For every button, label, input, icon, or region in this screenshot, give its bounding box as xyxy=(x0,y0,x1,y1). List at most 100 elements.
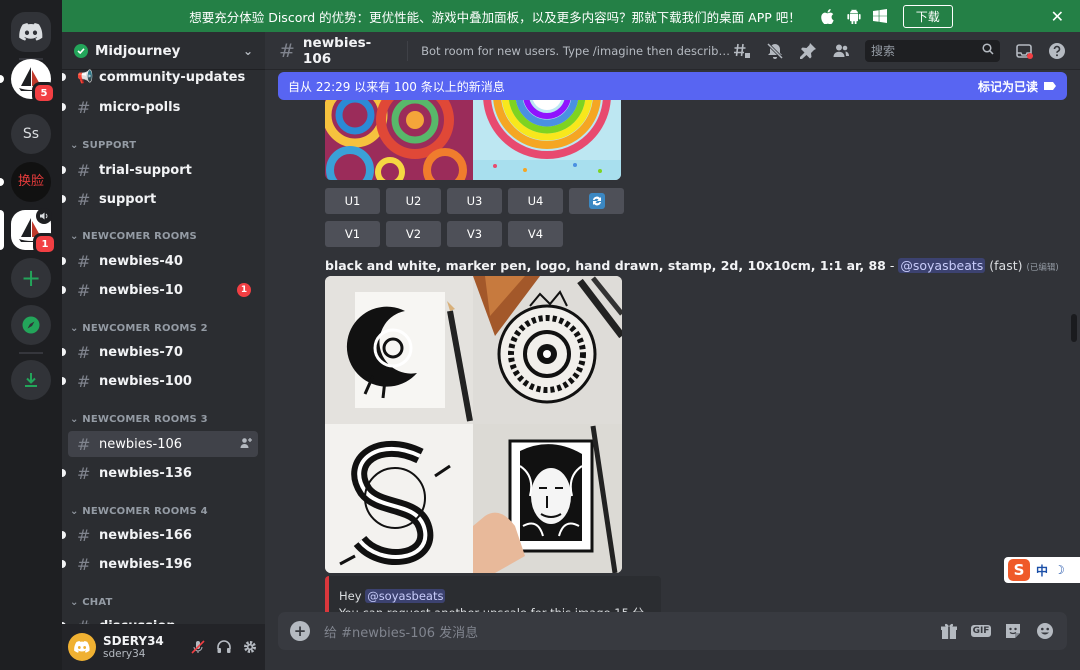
pin-icon[interactable] xyxy=(799,42,817,60)
category-support[interactable]: ⌄ SUPPORT xyxy=(70,140,136,151)
server-initials: Ss xyxy=(22,126,40,142)
huanlian-server-icon[interactable]: 换脸 xyxy=(11,162,51,202)
android-icon[interactable] xyxy=(846,8,862,24)
sticker-icon[interactable] xyxy=(1003,621,1023,641)
channel-label: support xyxy=(99,191,157,207)
reroll-button[interactable] xyxy=(569,188,624,214)
category-newcomer-rooms-4[interactable]: ⌄ NEWCOMER ROOMS 4 xyxy=(70,506,208,517)
channel-newbies-106[interactable]: # newbies-106 xyxy=(68,431,258,457)
mic-muted-icon[interactable] xyxy=(189,638,207,656)
new-messages-bar[interactable]: 自从 22:29 以来有 100 条以上的新消息 标记为已读 xyxy=(278,72,1067,100)
member-list-icon[interactable] xyxy=(832,42,850,60)
apple-icon[interactable] xyxy=(820,8,836,24)
channel-label: newbies-10 xyxy=(99,282,183,298)
inbox-icon[interactable] xyxy=(1015,42,1033,60)
add-attachment-icon[interactable]: + xyxy=(290,621,310,641)
verified-check-icon xyxy=(74,43,88,58)
explore-servers-button[interactable] xyxy=(11,305,51,345)
emoji-icon[interactable] xyxy=(1035,621,1055,641)
ime-mode-label: 中 xyxy=(1036,563,1049,578)
channel-newbies-40[interactable]: # newbies-40 xyxy=(62,248,258,274)
search-input[interactable]: 搜索 xyxy=(865,39,1000,62)
add-server-button[interactable]: + xyxy=(11,258,51,298)
generated-image-grid-previous[interactable] xyxy=(325,100,621,180)
chevron-down-icon[interactable]: ⌄ xyxy=(243,44,253,58)
category-label: NEWCOMER ROOMS 4 xyxy=(82,506,208,517)
channel-newbies-166[interactable]: # newbies-166 xyxy=(62,522,258,548)
invite-user-icon[interactable] xyxy=(240,437,252,452)
variation-button-2[interactable]: V2 xyxy=(386,221,441,247)
message-prompt-line: black and white, marker pen, logo, hand … xyxy=(325,258,1059,273)
channel-micro-polls[interactable]: # micro-polls xyxy=(62,94,258,120)
user-mention[interactable]: @soyasbeats xyxy=(898,258,986,273)
mark-as-read-label: 标记为已读 xyxy=(977,79,1038,94)
category-label: CHAT xyxy=(82,597,113,608)
scrollbar-thumb[interactable] xyxy=(1071,314,1077,342)
channel-newbies-196[interactable]: # newbies-196 xyxy=(62,551,258,577)
moon-icon: ☽ xyxy=(1054,563,1065,577)
windows-icon[interactable] xyxy=(872,8,888,24)
unread-indicator xyxy=(62,257,66,265)
unread-pill xyxy=(0,75,4,83)
channel-newbies-10[interactable]: # newbies-10 1 xyxy=(62,277,258,303)
ss-server-icon[interactable]: Ss xyxy=(11,114,51,154)
edited-tag: (已编辑) xyxy=(1026,263,1059,273)
discord-home-button[interactable] xyxy=(11,12,51,52)
compass-icon xyxy=(22,316,40,334)
upscale-button-3[interactable]: U3 xyxy=(447,188,502,214)
channel-community-updates[interactable]: 📢 community-updates xyxy=(62,66,258,88)
embed-user-mention[interactable]: @soyasbeats xyxy=(365,589,446,603)
avatar[interactable] xyxy=(68,633,96,661)
close-banner-icon[interactable]: ✕ xyxy=(1051,7,1064,26)
chat-area: # newbies-106 Bot room for new users. Ty… xyxy=(265,32,1080,670)
generated-image-grid[interactable] xyxy=(325,276,622,573)
settings-gear-icon[interactable] xyxy=(241,638,259,656)
guild-header[interactable]: Midjourney ⌄ xyxy=(62,32,265,70)
gif-icon[interactable]: GIF xyxy=(970,621,992,641)
help-icon[interactable] xyxy=(1048,42,1066,60)
category-chat[interactable]: ⌄ CHAT xyxy=(70,597,113,608)
variation-button-1[interactable]: V1 xyxy=(325,221,380,247)
hash-icon: # xyxy=(77,371,91,391)
unread-pill xyxy=(0,178,4,186)
channel-label: newbies-166 xyxy=(99,527,192,543)
upscale-button-2[interactable]: U2 xyxy=(386,188,441,214)
sogou-s-icon: S xyxy=(1008,559,1030,581)
category-newcomer-rooms-3[interactable]: ⌄ NEWCOMER ROOMS 3 xyxy=(70,414,208,425)
hash-icon: # xyxy=(77,160,91,180)
category-newcomer-rooms[interactable]: ⌄ NEWCOMER ROOMS xyxy=(70,231,197,242)
message-composer[interactable]: + 给 #newbies-106 发消息 GIF xyxy=(278,612,1067,650)
mark-as-read-button[interactable]: 标记为已读 xyxy=(978,78,1057,95)
hash-icon: # xyxy=(77,189,91,209)
channel-newbies-70[interactable]: # newbies-70 xyxy=(62,339,258,365)
variation-button-4[interactable]: V4 xyxy=(508,221,563,247)
channel-trial-support[interactable]: # trial-support xyxy=(62,157,258,183)
mark-read-icon xyxy=(1044,82,1056,90)
channel-newbies-136[interactable]: # newbies-136 xyxy=(62,460,258,486)
upscale-button-1[interactable]: U1 xyxy=(325,188,380,214)
download-icon xyxy=(25,373,37,387)
unread-indicator xyxy=(62,377,66,385)
user-names[interactable]: SDERY34 sdery34 xyxy=(103,634,164,661)
unread-indicator xyxy=(62,348,66,356)
gift-icon[interactable] xyxy=(939,621,959,641)
unread-indicator xyxy=(62,469,66,477)
threads-icon[interactable] xyxy=(733,42,751,60)
mute-bell-icon[interactable] xyxy=(766,42,784,60)
upscale-button-4[interactable]: U4 xyxy=(508,188,563,214)
new-messages-text: 自从 22:29 以来有 100 条以上的新消息 xyxy=(288,79,505,94)
download-button[interactable]: 下载 xyxy=(902,4,953,28)
headphones-icon[interactable] xyxy=(215,638,233,656)
channel-topic[interactable]: Bot room for new users. Type /imagine th… xyxy=(421,44,733,58)
gif-label: GIF xyxy=(970,625,992,637)
channel-newbies-100[interactable]: # newbies-100 xyxy=(62,368,258,394)
channel-label: newbies-196 xyxy=(99,556,192,572)
variation-button-3[interactable]: V3 xyxy=(447,221,502,247)
download-apps-button[interactable] xyxy=(11,360,51,400)
ime-toolbar[interactable]: S 中 ☽ xyxy=(1004,557,1080,583)
category-newcomer-rooms-2[interactable]: ⌄ NEWCOMER ROOMS 2 xyxy=(70,323,208,334)
plus-icon: + xyxy=(20,264,42,292)
channel-support[interactable]: # support xyxy=(62,186,258,212)
search-icon xyxy=(982,43,994,58)
channel-label: newbies-136 xyxy=(99,465,192,481)
